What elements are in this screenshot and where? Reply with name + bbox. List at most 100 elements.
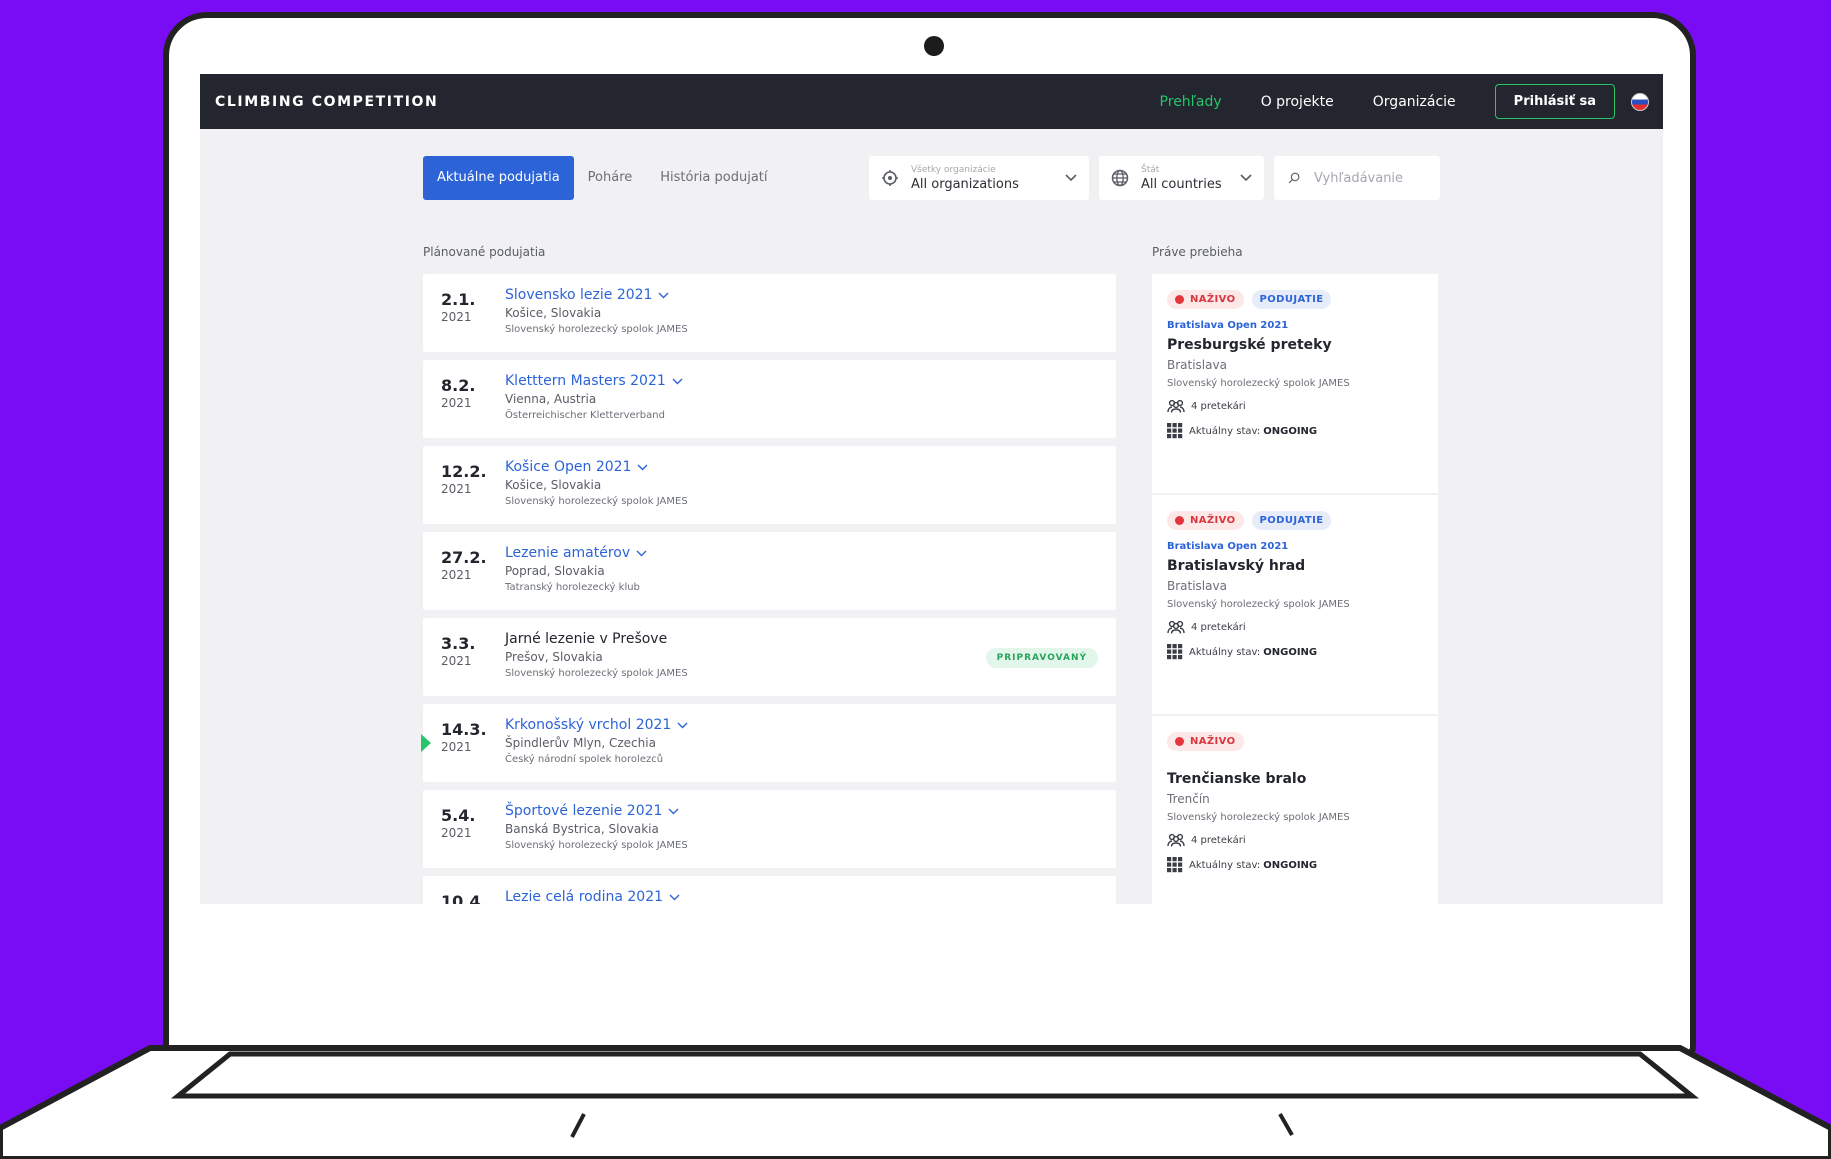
tab-cups[interactable]: Poháre — [574, 156, 647, 200]
event-location: Špindlerův Mlyn, Czechia — [505, 736, 656, 750]
event-row[interactable]: 2.1. 2021 Slovensko lezie 2021 Košice, Slov… — [423, 274, 1116, 352]
status-grid-icon — [1167, 857, 1183, 873]
card-badges: NAŽIVO PODUJATIE — [1167, 290, 1423, 309]
event-date: 3.3. 2021 — [441, 634, 501, 668]
live-dot-icon — [1175, 737, 1184, 746]
event-row[interactable]: 27.2. 2021 Lezenie amatérov Poprad, Slovaki… — [423, 532, 1116, 610]
event-location: Vienna, Austria — [505, 392, 597, 406]
event-row[interactable]: 3.3. 2021 Jarné lezenie v Prešove Prešov, S… — [423, 618, 1116, 696]
competition-link[interactable]: Bratislava Open 2021 — [1167, 541, 1423, 552]
live-event-organizer: Slovenský horolezecký spolok JAMES — [1167, 812, 1350, 823]
live-event-card[interactable]: NAŽIVO Trenčianske bralo Trenčín Slovenský … — [1152, 716, 1438, 904]
event-info: Krkonošský vrchol 2021 Špindlerův Mlyn, C… — [505, 717, 688, 765]
event-type-badge: PODUJATIE — [1251, 290, 1332, 309]
event-info: Športové lezenie 2021 Banská Bystrica, Sl… — [505, 803, 688, 851]
event-day: 8.2. — [441, 376, 476, 395]
event-title-link[interactable]: Lezenie amatérov — [505, 545, 647, 561]
tab-current-events[interactable]: Aktuálne podujatia — [423, 156, 574, 200]
event-name: Športové lezenie 2021 — [505, 803, 663, 819]
event-title-link[interactable]: Košice Open 2021 — [505, 459, 688, 475]
live-label: NAŽIVO — [1190, 515, 1236, 526]
event-date: 2.1. 2021 — [441, 290, 501, 324]
event-day: 14.3. — [441, 720, 487, 739]
nav-organizations[interactable]: Organizácie — [1373, 94, 1456, 110]
webcam — [924, 36, 944, 56]
participants-row: 4 pretekári — [1167, 833, 1423, 847]
chevron-down-icon — [658, 292, 669, 298]
event-row[interactable]: 5.4. 2021 Športové lezenie 2021 Banská Byst… — [423, 790, 1116, 868]
event-day: 12.2. — [441, 462, 487, 481]
event-organizer: Český národní spolek horolezců — [505, 754, 664, 765]
event-row[interactable]: 10.4.2021 Lezie celá rodina 2021 — [423, 876, 1116, 904]
live-label: NAŽIVO — [1190, 736, 1236, 747]
event-row[interactable]: 14.3. 2021 Krkonošský vrchol 2021 Špindlerů… — [421, 704, 1116, 782]
event-organizer: Österreichischer Kletterverband — [505, 410, 665, 421]
search-box[interactable] — [1274, 156, 1440, 200]
nav-overviews[interactable]: Prehľady — [1160, 94, 1222, 110]
competition-link[interactable]: Bratislava Open 2021 — [1167, 320, 1423, 331]
country-select-label: Štát — [1141, 164, 1160, 175]
event-row[interactable]: 8.2. 2021 Kletttern Masters 2021 Vienna, Au… — [423, 360, 1116, 438]
card-badges: NAŽIVO PODUJATIE — [1167, 511, 1423, 530]
live-event-title: Presburgské preteky — [1167, 337, 1332, 353]
event-name: Krkonošský vrchol 2021 — [505, 717, 672, 733]
event-title-link[interactable]: Kletttern Masters 2021 — [505, 373, 683, 389]
brand-logo[interactable]: CLIMBING COMPETITION — [215, 94, 438, 110]
event-location: Košice, Slovakia — [505, 306, 602, 320]
live-event-title: Trenčianske bralo — [1167, 771, 1307, 787]
event-title-link[interactable]: Krkonošský vrchol 2021 — [505, 717, 688, 733]
organization-select[interactable]: Všetky organizácie All organizations — [869, 156, 1089, 200]
chevron-down-icon — [636, 550, 647, 556]
event-organizer: Slovenský horolezecký spolok JAMES — [505, 324, 688, 335]
live-event-city: Bratislava — [1167, 358, 1227, 372]
card-badges: NAŽIVO — [1167, 732, 1423, 751]
event-title-link[interactable]: Športové lezenie 2021 — [505, 803, 688, 819]
state-row: Aktuálny stav: ONGOING — [1167, 644, 1423, 660]
event-date: 8.2. 2021 — [441, 376, 501, 410]
event-info: Košice Open 2021 Košice, Slovakia Slovensk… — [505, 459, 688, 507]
chevron-down-icon — [669, 894, 680, 900]
event-year: 2021 — [441, 654, 472, 668]
login-button[interactable]: Prihlásiť sa — [1494, 84, 1615, 119]
event-info: Lezenie amatérov Poprad, Slovakia Tatransk… — [505, 545, 647, 593]
event-name: Lezie celá rodina 2021 — [505, 889, 664, 904]
live-events-list: NAŽIVO PODUJATIE Bratislava Open 2021 Presb… — [1152, 274, 1438, 904]
event-organizer: Tatranský horolezecký klub — [505, 582, 640, 593]
country-select[interactable]: Štát All countries — [1099, 156, 1264, 200]
event-title-link[interactable]: Jarné lezenie v Prešove — [505, 631, 688, 647]
current-indicator-icon — [421, 734, 431, 752]
event-title-link[interactable]: Lezie celá rodina 2021 — [505, 889, 680, 904]
event-year: 2021 — [441, 396, 472, 410]
event-year: 2021 — [441, 482, 472, 496]
event-day: 3.3. — [441, 634, 476, 653]
event-title-link[interactable]: Slovensko lezie 2021 — [505, 287, 688, 303]
chevron-down-icon — [668, 808, 679, 814]
live-event-card[interactable]: NAŽIVO PODUJATIE Bratislava Open 2021 Presb… — [1152, 274, 1438, 493]
event-row[interactable]: 12.2. 2021 Košice Open 2021 Košice, Slovaki… — [423, 446, 1116, 524]
filter-toolbar: Aktuálne podujatia Poháre História poduj… — [423, 156, 1440, 200]
chevron-down-icon — [637, 464, 648, 470]
event-year: 2021 — [441, 568, 472, 582]
event-date: 14.3. 2021 — [441, 720, 501, 754]
nav-about[interactable]: O projekte — [1261, 94, 1334, 110]
live-event-card[interactable]: NAŽIVO PODUJATIE Bratislava Open 2021 Brati… — [1152, 495, 1438, 714]
event-name: Lezenie amatérov — [505, 545, 631, 561]
live-dot-icon — [1175, 295, 1184, 304]
language-flag-icon[interactable] — [1631, 92, 1649, 111]
state-label: Aktuálny stav: — [1189, 425, 1261, 437]
event-name: Slovensko lezie 2021 — [505, 287, 653, 303]
state-label: Aktuálny stav: — [1189, 859, 1261, 871]
event-organizer: Slovenský horolezecký spolok JAMES — [505, 668, 688, 679]
event-day: 10.4. — [441, 892, 487, 904]
event-name: Košice Open 2021 — [505, 459, 632, 475]
tab-history[interactable]: História podujatí — [646, 156, 781, 200]
participants-count: 4 pretekári — [1191, 621, 1246, 633]
event-organizer: Slovenský horolezecký spolok JAMES — [505, 496, 688, 507]
participants-count: 4 pretekári — [1191, 400, 1246, 412]
event-day: 5.4. — [441, 806, 476, 825]
live-label: NAŽIVO — [1190, 294, 1236, 305]
organization-select-value: All organizations — [911, 176, 1019, 192]
live-badge: NAŽIVO — [1167, 290, 1244, 309]
search-input[interactable] — [1312, 169, 1426, 187]
event-info: Lezie celá rodina 2021 — [505, 889, 680, 904]
